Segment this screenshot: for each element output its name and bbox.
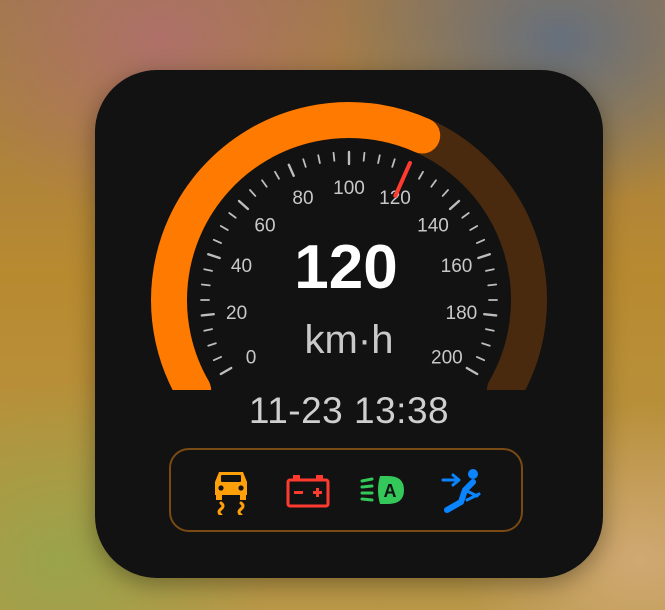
gauge-tick <box>212 356 223 362</box>
gauge-tick <box>207 342 217 347</box>
gauge-tick <box>219 225 229 231</box>
gauge-tick <box>418 170 424 180</box>
gauge-tick <box>441 189 449 197</box>
gauge-tick-label: 100 <box>333 178 365 199</box>
gauge-tick <box>237 199 250 211</box>
gauge-tick <box>483 313 498 317</box>
gauge-tick <box>302 158 307 168</box>
traction-control-indicator[interactable] <box>203 462 259 518</box>
gauge-tick <box>477 253 491 260</box>
seatbelt-indicator[interactable] <box>433 462 489 518</box>
gauge-tick <box>430 179 437 188</box>
gauge-tick <box>203 328 213 332</box>
speed-gauge: 0 20 4060 80 100 120 140 160 180 200 120 km·h <box>151 102 547 390</box>
gauge-tick <box>391 158 396 168</box>
auto-headlights-indicator[interactable]: A <box>356 462 412 518</box>
gauge-tick-label: 80 <box>292 188 313 209</box>
gauge-tick <box>317 154 321 164</box>
gauge-tick <box>465 366 479 376</box>
gauge-tick-label: 120 <box>379 188 411 209</box>
gauge-tick-label: 20 <box>226 303 247 324</box>
gauge-tick <box>200 283 211 287</box>
speedometer-widget[interactable]: 0 20 40 60 80 100 120 140 160 180 200 120 km·h 11-… <box>95 70 603 578</box>
gauge-tick-label: 60 <box>254 215 275 236</box>
gauge-tick <box>475 356 486 362</box>
gauge-tick <box>362 151 366 162</box>
speed-unit: km·h <box>305 318 394 362</box>
indicator-panel: A <box>169 448 523 532</box>
gauge-tick <box>274 170 280 180</box>
gauge-tick <box>487 283 498 287</box>
gauge-tick <box>469 225 479 231</box>
gauge-tick <box>228 212 237 219</box>
gauge-tick <box>219 366 233 376</box>
gauge-tick <box>377 154 381 164</box>
gauge-tick <box>212 238 223 244</box>
seatbelt-icon <box>441 469 481 513</box>
auto-headlights-icon: A <box>360 476 405 504</box>
gauge-tick <box>448 199 461 211</box>
gauge-tick <box>261 179 268 188</box>
gauge-tick-label: 140 <box>417 215 449 236</box>
gauge-tick-label: 200 <box>431 348 463 369</box>
gauge-tick <box>485 268 495 272</box>
traction-control-icon <box>215 472 248 515</box>
gauge-tick <box>287 163 295 177</box>
speed-value: 120 <box>294 233 397 302</box>
gauge-tick-label: 160 <box>441 256 473 277</box>
battery-warning-indicator[interactable] <box>280 462 336 518</box>
battery-warning-icon <box>286 475 330 508</box>
gauge-tick <box>249 189 257 197</box>
gauge-tick <box>481 342 491 347</box>
gauge-tick <box>203 268 213 272</box>
svg-text:A: A <box>384 481 397 501</box>
gauge-tick-label: 180 <box>446 303 478 324</box>
date-time: 11-23 13:38 <box>248 390 450 431</box>
gauge-tick <box>485 328 495 332</box>
gauge-tick <box>461 212 470 219</box>
gauge-tick-label: 0 <box>246 348 257 369</box>
gauge-tick <box>475 238 486 244</box>
gauge-tick <box>200 313 215 317</box>
gauge-tick-label: 40 <box>231 256 252 277</box>
gauge-tick <box>207 253 221 260</box>
gauge-tick <box>332 151 336 162</box>
